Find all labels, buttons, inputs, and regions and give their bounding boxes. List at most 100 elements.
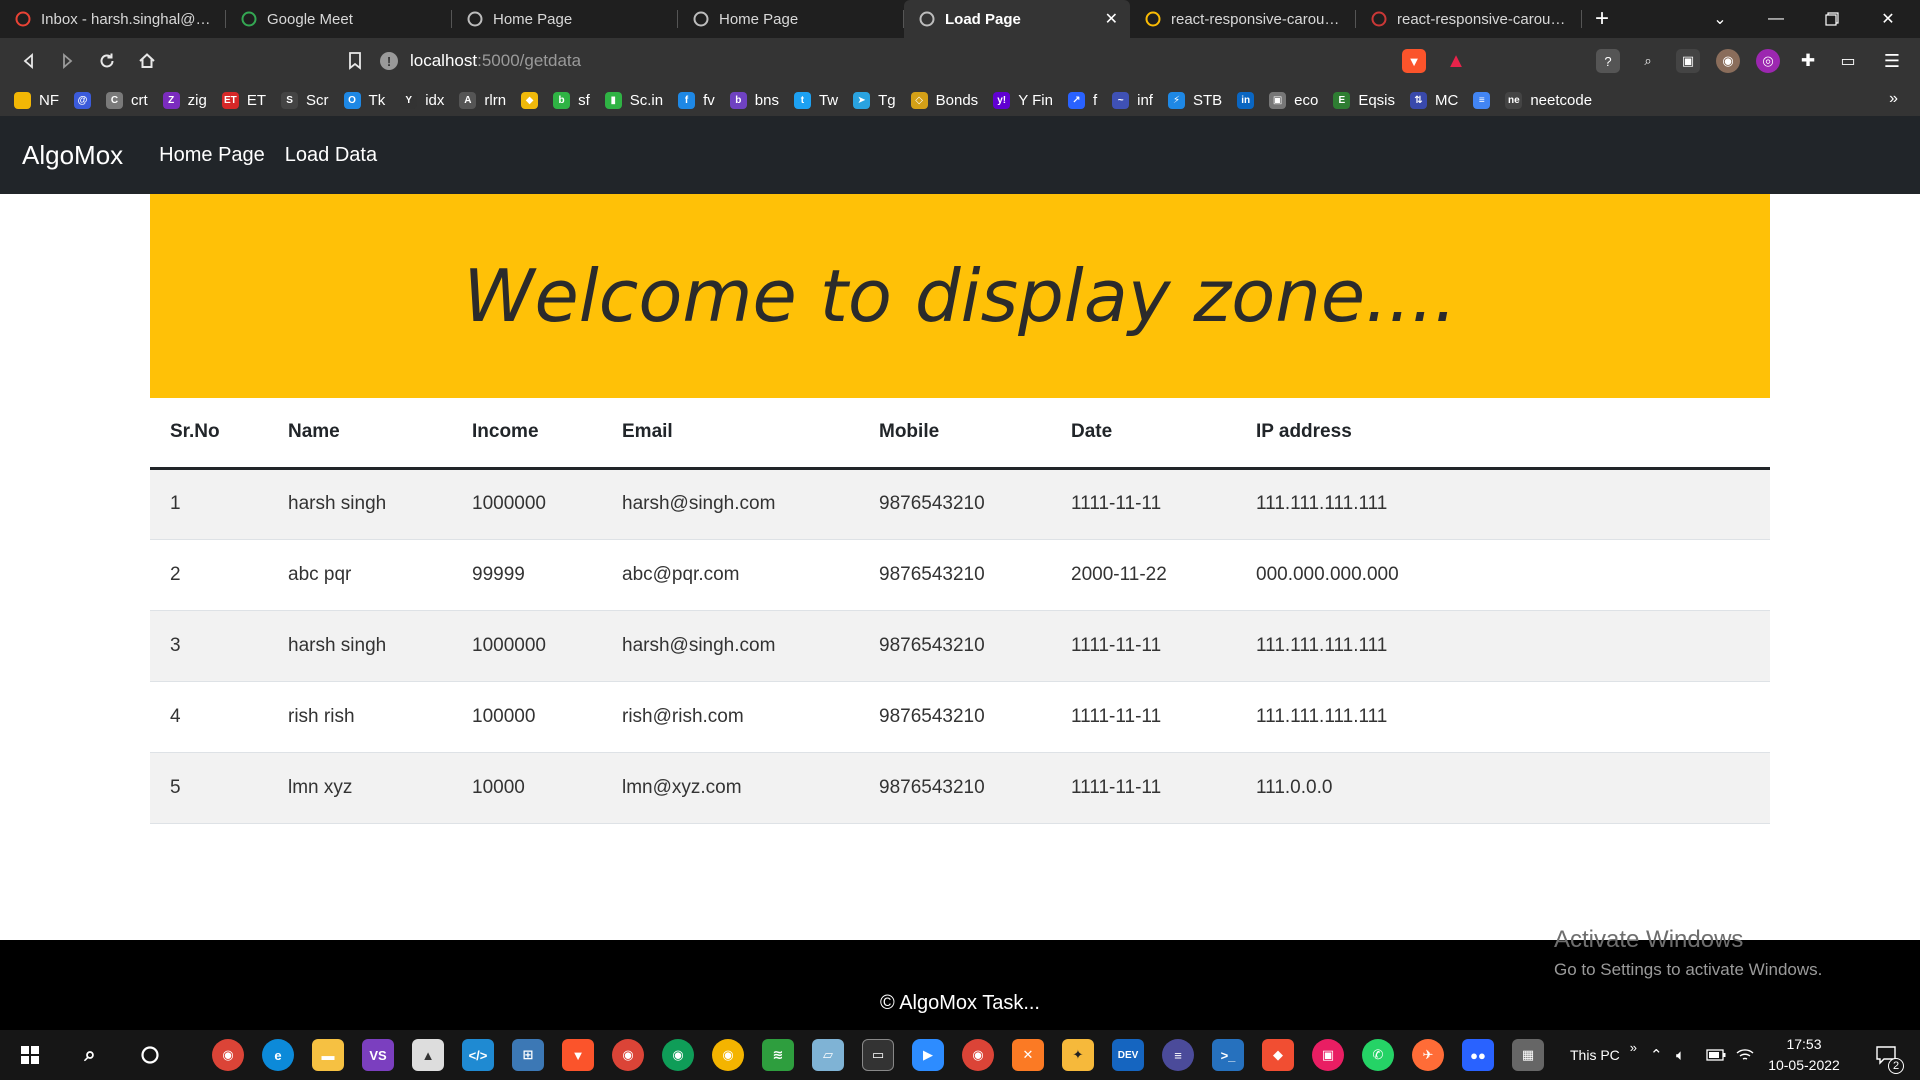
bookmark-item[interactable]: ➤ Tg (853, 91, 896, 109)
bookmark-item[interactable]: b sf (553, 91, 590, 109)
bookmark-item[interactable]: Zzig (162, 91, 207, 109)
nav-load-data[interactable]: Load Data (285, 144, 377, 167)
bookmark-item[interactable]: b bns (729, 91, 779, 109)
chrome-profile-3-icon[interactable]: ◉ (712, 1039, 744, 1071)
search-icon[interactable]: ⌕ (74, 1039, 106, 1071)
nav-home-page[interactable]: Home Page (159, 144, 265, 167)
visual-studio-icon[interactable]: VS (362, 1039, 394, 1071)
close-window-button[interactable]: ✕ (1860, 0, 1916, 38)
puzzle-app-icon[interactable]: ✦ (1062, 1039, 1094, 1071)
bookmark-icon[interactable] (340, 46, 370, 76)
bookmark-item[interactable]: f fv (678, 91, 715, 109)
bookmark-item[interactable]: y! Y Fin (993, 91, 1053, 109)
network-app-icon[interactable]: ⊞ (512, 1039, 544, 1071)
eclipse-icon[interactable]: ≡ (1162, 1039, 1194, 1071)
bookmarks-more-icon[interactable]: » (1889, 90, 1898, 108)
git-icon[interactable]: ◆ (1262, 1039, 1294, 1071)
browser-tab[interactable]: Home Page (678, 0, 904, 38)
xampp-icon[interactable]: ✕ (1012, 1039, 1044, 1071)
bookmark-item[interactable]: ⚡ STB (1167, 91, 1222, 109)
notes-icon[interactable]: ▱ (812, 1039, 844, 1071)
color-extension-icon[interactable]: ◎ (1756, 49, 1780, 73)
browser-tab[interactable]: react-responsive-carousel - (1356, 0, 1582, 38)
screen-app-icon[interactable]: ▣ (1312, 1039, 1344, 1071)
bookmark-item[interactable]: ▮ Sc.in (604, 91, 663, 109)
bookmark-item[interactable]: ne neetcode (1505, 91, 1592, 109)
brave-rewards-icon[interactable]: ▲ (1444, 49, 1468, 73)
bookmark-item[interactable]: ◇ Bonds (910, 91, 978, 109)
vscode-icon[interactable]: </> (462, 1039, 494, 1071)
reload-icon[interactable] (92, 46, 122, 76)
bookmark-item[interactable]: Arlrn (459, 91, 506, 109)
bookmark-item[interactable]: ≡ (1473, 91, 1491, 109)
calculator-icon[interactable]: ▦ (1512, 1039, 1544, 1071)
avatar-extension-icon[interactable]: ◉ (1716, 49, 1740, 73)
browser-tab[interactable]: react-responsive-carousel, (1130, 0, 1356, 38)
minimize-button[interactable]: — (1748, 0, 1804, 38)
this-pc-toolbar[interactable]: This PC » (1570, 1030, 1637, 1080)
browser-tab[interactable]: Inbox - harsh.singhal@quar (0, 0, 226, 38)
back-icon[interactable] (14, 46, 44, 76)
notification-center-icon[interactable]: 2 (1866, 1030, 1906, 1080)
system-clock[interactable]: 17:53 10-05-2022 (1748, 1034, 1860, 1076)
brave-shields-icon[interactable]: ▼ (1402, 49, 1426, 73)
chrome-icon[interactable]: ◉ (212, 1039, 244, 1071)
browser-tab[interactable]: Home Page (452, 0, 678, 38)
tab-close-icon[interactable]: ✕ (1105, 9, 1118, 29)
powershell-icon[interactable]: >_ (1212, 1039, 1244, 1071)
data-table-container: Sr.No Name Income Email Mobile Date IP address… (150, 398, 1770, 824)
home-icon[interactable] (132, 46, 162, 76)
cortana-icon[interactable] (134, 1039, 166, 1071)
bookmark-item[interactable]: in (1237, 91, 1255, 109)
terminal-icon[interactable]: ▭ (862, 1039, 894, 1071)
restore-button[interactable] (1804, 0, 1860, 38)
globe-icon (692, 10, 710, 28)
bookmark-item[interactable]: NF (14, 91, 59, 109)
puzzle-extensions-icon[interactable]: ✚ (1796, 49, 1820, 73)
zoom-icon[interactable]: ▶ (912, 1039, 944, 1071)
bookmark-item[interactable]: ⇅ MC (1410, 91, 1458, 109)
chevron-right-icon[interactable]: » (1630, 1040, 1637, 1055)
bookmark-item[interactable]: ▣ eco (1269, 91, 1318, 109)
bookmark-item[interactable]: O Tk (343, 91, 385, 109)
site-info-icon[interactable]: ! (380, 52, 398, 70)
battery-icon[interactable] (1706, 1030, 1726, 1080)
photos-icon[interactable]: ▲ (412, 1039, 444, 1071)
help-extension-icon[interactable]: ? (1596, 49, 1620, 73)
volume-icon[interactable]: 🔈︎ (1676, 1030, 1685, 1080)
media-extension-icon[interactable]: ▣ (1676, 49, 1700, 73)
brand-logo[interactable]: AlgoMox (22, 140, 123, 171)
tab-search-icon[interactable]: ⌄ (1692, 0, 1748, 38)
file-explorer-icon[interactable]: ▬ (312, 1039, 344, 1071)
new-tab-button[interactable]: + (1582, 0, 1622, 38)
postman-icon[interactable]: ✈ (1412, 1039, 1444, 1071)
zoom-extension-icon[interactable]: ⌕ (1636, 49, 1660, 73)
bookmark-item[interactable]: @ (74, 91, 91, 109)
bookmark-item[interactable]: Ccrt (106, 91, 148, 109)
edge-icon[interactable]: e (262, 1039, 294, 1071)
bookmark-item[interactable]: ~ inf (1112, 91, 1153, 109)
bookmark-item[interactable]: Yidx (400, 91, 444, 109)
url-field[interactable]: ! localhost:5000/getdata (380, 45, 1340, 77)
browser-tab[interactable]: Google Meet (226, 0, 452, 38)
bookmark-item[interactable]: ◆ (521, 91, 539, 109)
whatsapp-icon[interactable]: ✆ (1362, 1039, 1394, 1071)
chrome-profile-2-icon[interactable]: ◉ (662, 1039, 694, 1071)
bookmark-item[interactable]: t Tw (793, 91, 838, 109)
bookmark-item[interactable]: ↗ f (1067, 91, 1097, 109)
people-app-icon[interactable]: ●● (1462, 1039, 1494, 1071)
forward-icon[interactable] (52, 46, 82, 76)
windows-start-icon[interactable] (14, 1039, 46, 1071)
bookmark-item[interactable]: ET ET (221, 91, 266, 109)
dev-cpp-icon[interactable]: DEV (1112, 1039, 1144, 1071)
brave-icon[interactable]: ▼ (562, 1039, 594, 1071)
bookmark-item[interactable]: S Scr (281, 91, 329, 109)
show-hidden-icons-icon[interactable]: ⌃ (1650, 1030, 1663, 1080)
bookmark-item[interactable]: E Eqsis (1333, 91, 1395, 109)
menu-icon[interactable]: ☰ (1880, 49, 1904, 73)
bluestacks-icon[interactable]: ≋ (762, 1039, 794, 1071)
chrome-profile-4-icon[interactable]: ◉ (962, 1039, 994, 1071)
chrome-profile-1-icon[interactable]: ◉ (612, 1039, 644, 1071)
browser-tab[interactable]: Load Page ✕ (904, 0, 1130, 38)
wallet-icon[interactable]: ▭ (1836, 49, 1860, 73)
